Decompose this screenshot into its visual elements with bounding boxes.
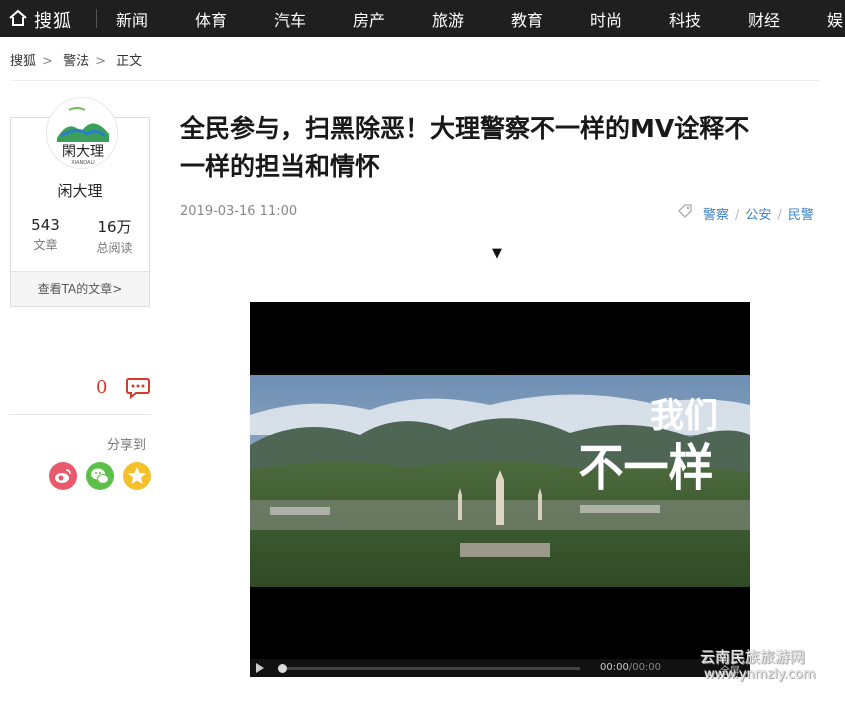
sohu-logo[interactable]: 搜狐 (34, 7, 72, 33)
video-controls: 00:00/00:00 全屏 (250, 659, 750, 677)
share-label: 分享到 (107, 438, 147, 453)
nav-item-fashion[interactable]: 时尚 (590, 7, 622, 31)
tag-separator: / (777, 208, 782, 223)
qzone-icon[interactable] (123, 462, 151, 490)
nav-item-auto[interactable]: 汽车 (274, 7, 306, 31)
video-overlay-text-top: 我们 (650, 396, 718, 436)
video-frame: 我们 不一样 (250, 375, 750, 587)
articles-label: 文章 (33, 238, 58, 252)
progress-bar[interactable] (280, 667, 580, 670)
article-title-line-2: 一样的担当和情怀 (180, 152, 381, 181)
comment-count[interactable]: 0 (96, 377, 107, 398)
nav-item-education[interactable]: 教育 (511, 7, 543, 31)
breadcrumb-separator: > (95, 54, 106, 69)
nav-item-finance[interactable]: 财经 (748, 7, 780, 31)
nav-item-sports[interactable]: 体育 (195, 7, 227, 31)
nav-item-house[interactable]: 房产 (353, 7, 385, 31)
watermark-url: www.ynmzly.com (704, 667, 816, 682)
avatar-logo-icon: 閑大理 XIANDALI (57, 107, 109, 166)
tag-list: 警察 / 公安 / 民警 (703, 204, 814, 223)
author-avatar[interactable]: 閑大理 XIANDALI (46, 97, 118, 169)
author-name[interactable]: 闲大理 (11, 180, 149, 201)
expand-caret-icon[interactable]: ▼ (492, 246, 502, 261)
tag-link[interactable]: 公安 (745, 208, 771, 223)
play-icon[interactable] (256, 663, 264, 673)
comment-icon[interactable] (125, 377, 151, 399)
weibo-icon[interactable] (49, 462, 77, 490)
breadcrumb-category[interactable]: 警法 (63, 54, 89, 69)
breadcrumb-current: 正文 (116, 54, 143, 69)
svg-text:XIANDALI: XIANDALI (71, 160, 95, 166)
current-time: 00:00 (600, 662, 629, 673)
divider (10, 414, 150, 415)
publish-date: 2019-03-16 11:00 (180, 204, 298, 219)
stat-articles: 543 文章 (11, 216, 80, 253)
wechat-icon[interactable] (86, 462, 114, 490)
view-author-articles-link[interactable]: 查看TA的文章> (11, 271, 149, 306)
reads-label: 总阅读 (96, 241, 133, 255)
tag-link[interactable]: 民警 (788, 208, 814, 223)
tag-link[interactable]: 警察 (703, 208, 729, 223)
stat-reads: 16万 总阅读 (80, 216, 149, 256)
home-icon[interactable] (8, 8, 28, 28)
time-display: 00:00/00:00 (600, 662, 661, 673)
watermark-text: 云南民族旅游网 (700, 648, 806, 666)
article-title: 全民参与，扫黑除恶！大理警察不一样的MV诠释不 一样的担当和情怀 (180, 110, 820, 186)
nav-item-tech[interactable]: 科技 (669, 7, 701, 31)
breadcrumb-home[interactable]: 搜狐 (10, 54, 36, 69)
video-player[interactable]: 我们 不一样 00:00/00:00 全屏 (250, 302, 750, 677)
divider (10, 80, 820, 81)
nav-item-news[interactable]: 新闻 (116, 7, 148, 31)
duration: 00:00 (632, 662, 662, 673)
breadcrumb: 搜狐 > 警法 > 正文 (10, 50, 148, 69)
progress-handle[interactable] (278, 664, 287, 673)
tag-icon (678, 204, 692, 218)
nav-item-entertainment[interactable]: 娱 (827, 7, 843, 31)
tag-separator: / (735, 208, 740, 223)
video-overlay-text-bottom: 不一样 (579, 439, 714, 498)
breadcrumb-separator: > (42, 54, 53, 69)
author-card: 閑大理 XIANDALI 闲大理 543 文章 16万 总阅读 查看TA的文章> (10, 97, 150, 307)
nav-divider (96, 9, 97, 28)
reads-count: 16万 (97, 218, 132, 236)
articles-count: 543 (31, 216, 60, 234)
article-title-line-1: 全民参与，扫黑除恶！大理警察不一样的MV诠释不 (180, 114, 750, 143)
nav-item-travel[interactable]: 旅游 (432, 7, 464, 31)
svg-text:閑大理: 閑大理 (62, 144, 104, 160)
top-nav: 搜狐 新闻 体育 汽车 房产 旅游 教育 时尚 科技 财经 娱 (0, 0, 845, 37)
